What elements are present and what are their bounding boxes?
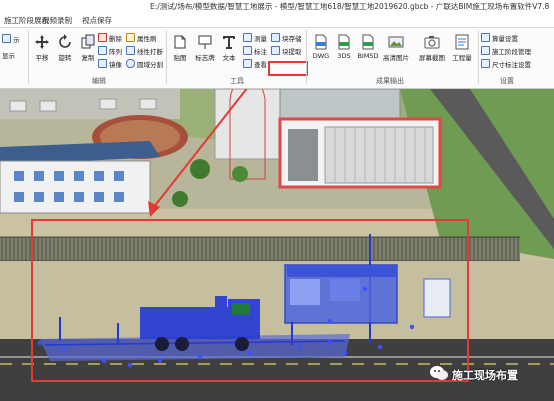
copy-icon [81, 34, 95, 49]
dwg-file-icon [315, 34, 327, 50]
site-scene [0, 89, 554, 401]
line-break-icon [126, 46, 135, 55]
circle-split-icon [126, 59, 135, 68]
tab-viewpoint-save[interactable]: 视点保存 [82, 15, 112, 26]
phase-manage-button[interactable]: 施工阶段管理 [481, 46, 531, 56]
bim5d-file-icon [362, 34, 374, 50]
ribbon-left-partial-2[interactable]: 显示 [2, 52, 15, 61]
control-point[interactable] [127, 362, 133, 368]
annotate-icon [243, 46, 252, 55]
calc-settings-icon [481, 33, 490, 42]
window-title: E:/测试/场布/模型数据/智慧工地展示 - 模型/智慧工地618/智慧工地20… [150, 2, 550, 11]
block-store-button[interactable]: 块存储 [271, 33, 302, 43]
quantity-button[interactable]: 工程量 [449, 34, 475, 62]
control-point[interactable] [327, 340, 333, 346]
mirror-button[interactable]: 镜像 [98, 59, 122, 69]
control-point[interactable] [37, 340, 43, 346]
wechat-icon [430, 366, 448, 380]
3ds-button[interactable]: 3DS [331, 34, 357, 60]
control-point[interactable] [409, 324, 415, 330]
camera-icon [424, 36, 440, 49]
control-point[interactable] [377, 344, 383, 350]
bim5d-button[interactable]: BIM5D [355, 34, 381, 60]
ribbon-left-partial[interactable]: 示 [2, 34, 20, 44]
calc-settings-button[interactable]: 算量设置 [481, 33, 518, 43]
mirror-icon [98, 59, 107, 68]
group-label-output: 成果输出 [376, 77, 404, 85]
paste-button[interactable]: 贴图 [167, 34, 193, 62]
view-button[interactable]: 查看 [243, 59, 267, 69]
view-icon [243, 59, 252, 68]
block-extract-icon [271, 46, 280, 55]
control-point[interactable] [342, 350, 348, 356]
rotate-icon [59, 34, 71, 48]
block-extract-button[interactable]: 块提取 [271, 46, 302, 56]
line-break-button[interactable]: 线性打断 [126, 46, 163, 56]
text-icon [223, 36, 235, 49]
signboard-icon [198, 35, 212, 49]
phase-manage-icon [481, 46, 490, 55]
watermark-text: 施工现场布置 [452, 369, 518, 382]
ribbon: 示 显示 平移 旋转 复制 删除 阵列 镜像 属性刷 线性打断 圆域分割 编辑 … [0, 28, 554, 89]
text-button[interactable]: 文本 [216, 34, 242, 62]
control-point[interactable] [362, 286, 368, 292]
control-point[interactable] [101, 358, 107, 364]
tab-video-record[interactable]: 视频录制 [42, 15, 72, 26]
ruler-icon [243, 33, 252, 42]
3ds-file-icon [338, 34, 350, 50]
image-icon [388, 36, 404, 48]
brush-icon [126, 33, 135, 42]
control-point[interactable] [61, 346, 67, 352]
delete-button[interactable]: 删除 [98, 33, 122, 43]
sign-button[interactable]: 标志牌 [192, 34, 218, 62]
group-label-tools: 工具 [230, 77, 244, 85]
measure-button[interactable]: 测量 [243, 33, 267, 43]
screen-capture-button[interactable]: 屏幕截图 [419, 34, 445, 62]
title-bar: E:/测试/场布/模型数据/智慧工地展示 - 模型/智慧工地618/智慧工地20… [0, 0, 554, 13]
quantity-icon [455, 34, 469, 50]
block-store-highlight [268, 61, 308, 76]
3d-viewport[interactable] [0, 89, 554, 401]
control-point[interactable] [157, 358, 163, 364]
property-brush-button[interactable]: 属性刷 [126, 33, 157, 43]
dimension-settings-button[interactable]: 尺寸标注设置 [481, 59, 531, 69]
array-icon [98, 46, 107, 55]
control-point[interactable] [297, 344, 303, 350]
control-point[interactable] [327, 318, 333, 324]
hd-image-button[interactable]: 高清图片 [383, 34, 409, 62]
paste-icon [174, 35, 186, 49]
group-label-settings: 设置 [500, 77, 514, 85]
control-point[interactable] [197, 354, 203, 360]
group-label-edit: 编辑 [92, 77, 106, 85]
dimension-settings-icon [481, 59, 490, 68]
annotate-button[interactable]: 标注 [243, 46, 267, 56]
circle-split-button[interactable]: 圆域分割 [126, 59, 163, 69]
block-store-icon [271, 33, 280, 42]
delete-icon [98, 33, 107, 42]
control-point[interactable] [247, 350, 253, 356]
move-icon [35, 35, 49, 49]
array-button[interactable]: 阵列 [98, 46, 122, 56]
ribbon-tabs: 施工阶段展示 视频录制 视点保存 [0, 13, 554, 28]
